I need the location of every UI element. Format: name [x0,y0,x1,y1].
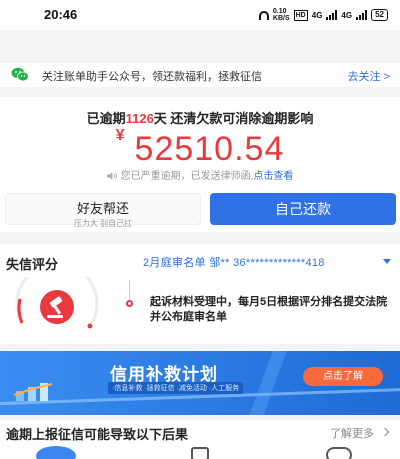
overdue-amount: ¥52510.54 [0,127,400,169]
user-tab-icon[interactable] [36,446,76,459]
banner-decor-band [247,351,287,415]
consequences-section: 逾期上报征信可能导致以下后果 了解更多 [0,420,400,459]
learn-more-link[interactable]: 了解更多 [330,425,374,441]
credit-rescue-banner[interactable]: 信用补救计划 ·信息补救 ·拯救征信 ·减免活动 ·人工服务 点击了解 [0,351,400,415]
legal-notice: 您已严重逾期，已发送律师函,点击查看 [0,167,400,182]
overdue-suffix: 天 还清欠款可消除逾期影响 [153,111,314,126]
amount-value: 52510.54 [134,130,285,168]
self-repay-button[interactable]: 自己还款 [210,193,396,225]
signal-2-icon [356,10,368,20]
speaker-icon [106,172,117,180]
overdue-days: 1126 [125,111,154,126]
friend-repay-button[interactable]: 好友帮还 压力大 别自己扛 [5,193,201,228]
credit-score-section: 失信评分 2月庭审名单 邹** 36*************418 起诉材料受… [0,244,400,344]
battery-icon: 52 [371,9,388,21]
banner-subtitle: ·信息补救 ·拯救征信 ·减免活动 ·人工服务 [108,382,244,394]
signal-1-label: 4G [311,10,323,20]
wechat-icon [11,67,29,82]
signal-1-icon [326,10,338,20]
overdue-headline: 已逾期1126天 还清欠款可消除逾期影响 [0,108,400,127]
status-bar: 20:46 0.10 KB/S HD 4G 4G 52 [0,0,400,30]
hd-badge: HD [293,9,308,21]
consequences-title: 逾期上报征信可能导致以下后果 [6,427,189,442]
credit-description: 起诉材料受理中，每月5日根据评分排名提交法院并公布庭审名单 [150,296,388,323]
headset-icon [258,10,269,20]
timeline-dot [126,300,133,307]
signal-2-label: 4G [341,10,353,20]
chat-tab-icon[interactable] [326,447,352,459]
banner-learn-button[interactable]: 点击了解 [303,367,383,386]
status-time: 20:46 [44,7,78,22]
credit-score-title: 失信评分 [6,257,59,272]
overdue-prefix: 已逾期 [86,111,126,126]
net-speed-value: 0.10 [272,8,287,15]
legal-view-link[interactable]: 点击查看 [253,171,293,182]
gavel-icon [40,290,74,324]
friend-repay-label: 好友帮还 [76,201,129,216]
friend-repay-sublabel: 压力大 别自己扛 [73,219,133,228]
chevron-down-icon[interactable] [383,259,391,264]
follow-link[interactable]: 去关注 > [348,68,390,84]
money-tab-icon[interactable] [191,447,209,459]
net-speed-unit: KB/S [272,15,290,22]
net-speed: 0.10 KB/S [273,8,290,22]
currency-symbol: ¥ [115,127,125,144]
timeline-line [129,280,130,300]
credit-gauge [15,277,99,329]
court-list-notice[interactable]: 2月庭审名单 邹** 36*************418 [143,254,325,270]
status-icons: 0.10 KB/S HD 4G 4G 52 [258,8,388,22]
chevron-right-icon[interactable] [380,427,390,437]
notice-text: 关注账单助手公众号，领还款福利，拯救征信 [42,71,262,83]
legal-text: 您已严重逾期，已发送律师函, [120,171,254,182]
banner-chart-icon [13,383,53,401]
wechat-notice-bar[interactable]: 关注账单助手公众号，领还款福利，拯救征信 去关注 > [0,63,400,87]
